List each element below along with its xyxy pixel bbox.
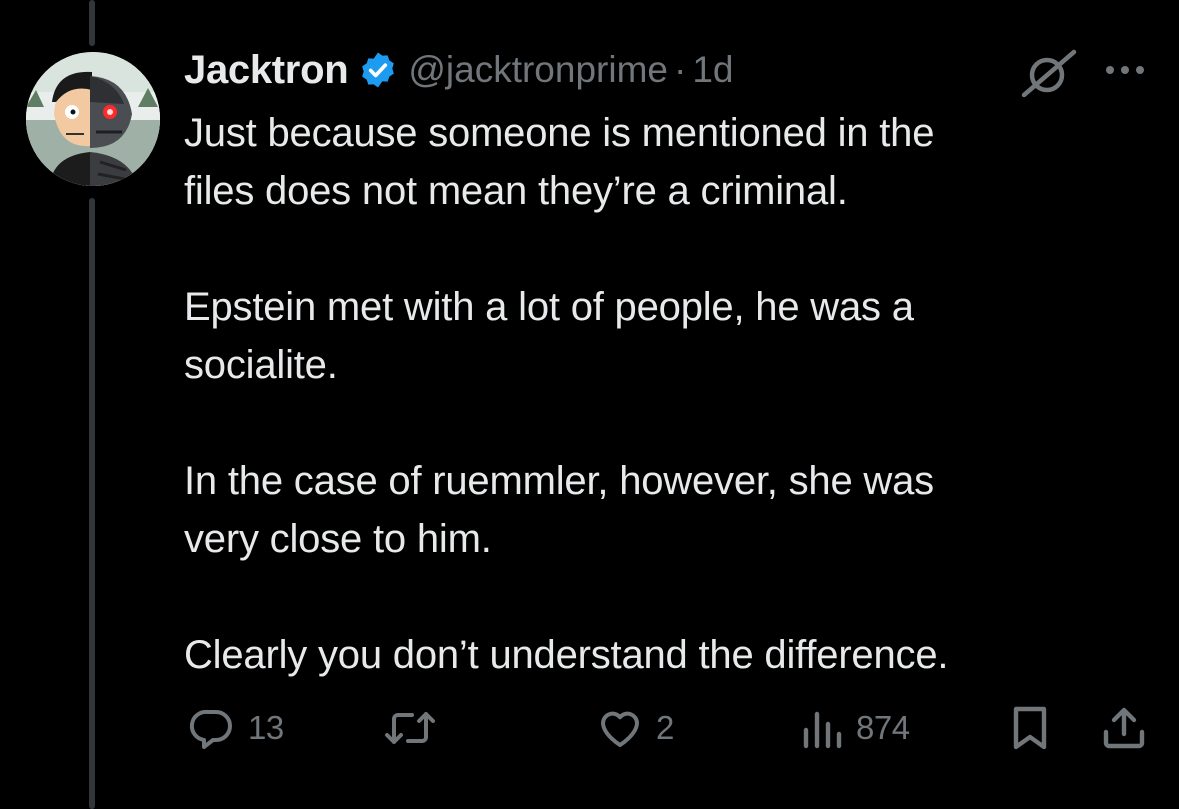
reply-button[interactable]: 13 — [188, 700, 284, 756]
post-paragraph: Epstein met with a lot of people, he was… — [184, 285, 914, 387]
bookmark-button[interactable] — [1008, 700, 1052, 756]
avatar[interactable] — [26, 52, 160, 186]
views-icon — [803, 711, 842, 749]
bookmark-icon — [1013, 706, 1047, 750]
grok-icon[interactable] — [1018, 48, 1080, 98]
verified-badge-icon — [358, 50, 398, 90]
views-button[interactable]: 874 — [800, 700, 910, 756]
handle[interactable]: @jacktronprime — [408, 49, 668, 91]
views-count: 874 — [856, 709, 910, 746]
separator-dot: · — [673, 49, 687, 90]
avatar-image — [26, 52, 160, 186]
share-icon — [1103, 707, 1145, 749]
reply-icon — [189, 709, 232, 749]
post-header: Jacktron @jacktronprime · 1d — [184, 44, 733, 96]
post-paragraph: Just because someone is mentioned in the… — [184, 111, 935, 213]
display-name[interactable]: Jacktron — [184, 48, 349, 93]
post-paragraph: Clearly you don’t understand the differe… — [184, 633, 949, 677]
retweet-button[interactable] — [384, 700, 436, 756]
reply-count: 13 — [248, 709, 284, 746]
post-text: Just because someone is mentioned in the… — [184, 104, 1144, 684]
more-icon[interactable] — [1102, 60, 1148, 80]
like-count: 2 — [656, 709, 674, 746]
heart-icon — [601, 711, 639, 747]
action-bar: 13 2 874 — [0, 700, 1179, 756]
like-button[interactable]: 2 — [596, 700, 674, 756]
retweet-icon — [385, 712, 435, 744]
thread-line-top — [89, 0, 95, 46]
post-paragraph: In the case of ruemmler, however, she wa… — [184, 459, 934, 561]
timestamp[interactable]: 1d — [692, 49, 733, 91]
share-button[interactable] — [1100, 700, 1148, 756]
